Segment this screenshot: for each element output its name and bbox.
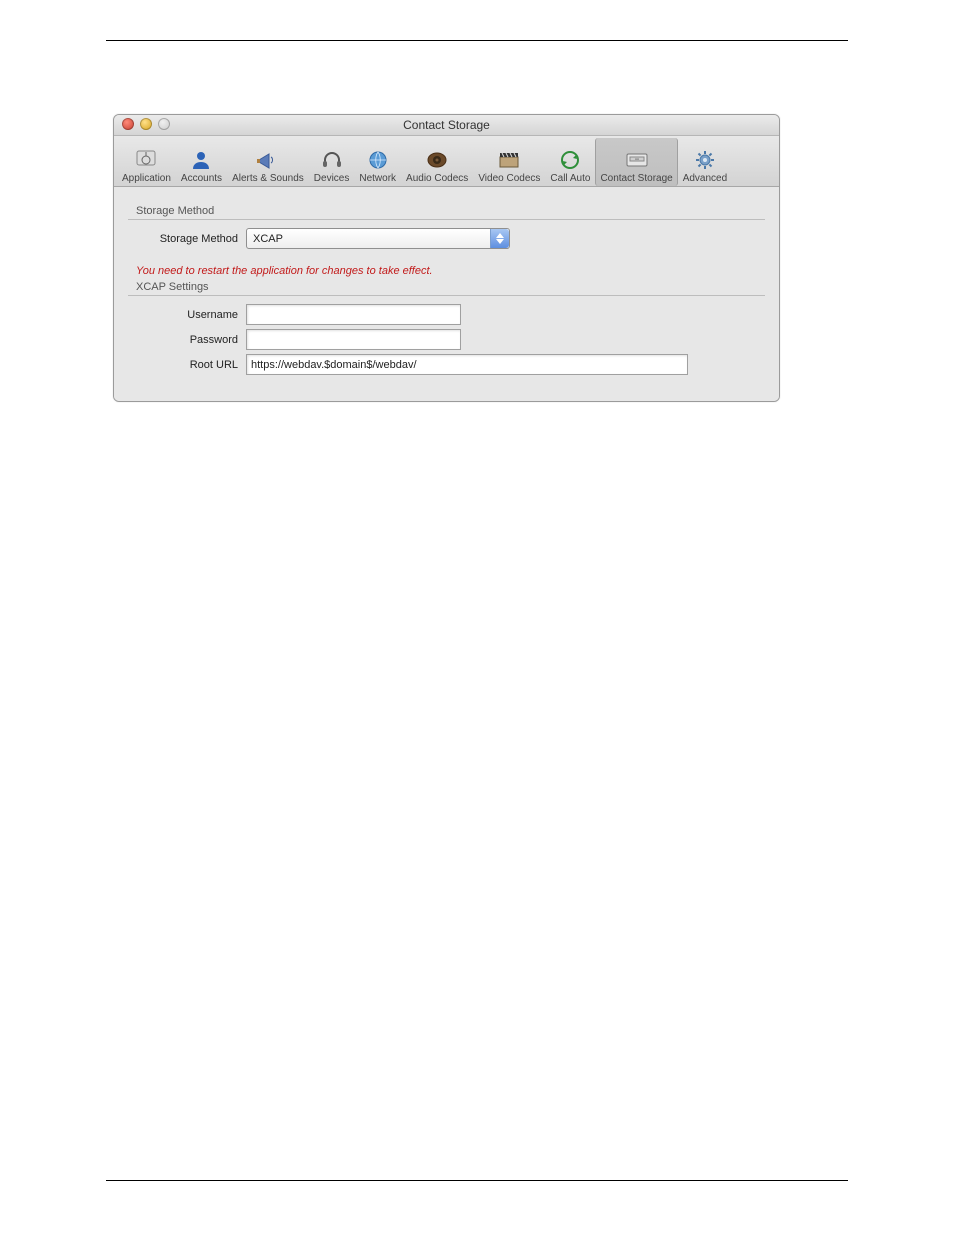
tab-label: Advanced	[683, 173, 727, 184]
accounts-icon	[188, 148, 214, 172]
tab-contact-storage[interactable]: Contact Storage	[595, 138, 677, 186]
tab-label: Devices	[314, 173, 350, 184]
megaphone-icon	[255, 148, 281, 172]
username-label: Username	[128, 309, 246, 321]
application-icon	[133, 148, 159, 172]
tab-alerts-sounds[interactable]: Alerts & Sounds	[227, 138, 309, 186]
globe-icon	[365, 148, 391, 172]
refresh-icon	[557, 148, 583, 172]
headset-icon	[319, 148, 345, 172]
password-field[interactable]	[246, 329, 461, 350]
titlebar: Contact Storage	[114, 115, 779, 136]
rooturl-label: Root URL	[128, 359, 246, 371]
xcap-group-title: XCAP Settings	[136, 281, 765, 293]
tab-label: Call Auto	[550, 173, 590, 184]
separator	[128, 295, 765, 296]
tab-label: Audio Codecs	[406, 173, 468, 184]
clapperboard-icon	[496, 148, 522, 172]
zoom-icon[interactable]	[158, 118, 170, 130]
speaker-icon	[424, 148, 450, 172]
tab-label: Video Codecs	[478, 173, 540, 184]
password-label: Password	[128, 334, 246, 346]
rooturl-field[interactable]	[246, 354, 688, 375]
tab-label: Contact Storage	[600, 173, 672, 184]
username-field[interactable]	[246, 304, 461, 325]
storage-method-label: Storage Method	[128, 233, 246, 245]
storage-method-select[interactable]: XCAP	[246, 228, 510, 249]
tab-advanced[interactable]: Advanced	[678, 138, 732, 186]
tab-video-codecs[interactable]: Video Codecs	[473, 138, 545, 186]
tab-label: Network	[359, 173, 396, 184]
separator	[128, 219, 765, 220]
tab-network[interactable]: Network	[354, 138, 401, 186]
chevron-updown-icon	[490, 229, 509, 248]
tab-accounts[interactable]: Accounts	[176, 138, 227, 186]
restart-warning: You need to restart the application for …	[136, 265, 765, 277]
content-area: Storage Method Storage Method XCAP You n…	[114, 187, 779, 401]
storage-method-value: XCAP	[253, 233, 283, 245]
window-title: Contact Storage	[114, 118, 779, 132]
gear-icon	[692, 148, 718, 172]
drawer-icon	[624, 148, 650, 172]
tab-label: Alerts & Sounds	[232, 173, 304, 184]
tab-label: Accounts	[181, 173, 222, 184]
tab-audio-codecs[interactable]: Audio Codecs	[401, 138, 473, 186]
tab-call-auto[interactable]: Call Auto	[545, 138, 595, 186]
tab-application[interactable]: Application	[117, 138, 176, 186]
tab-label: Application	[122, 173, 171, 184]
tab-devices[interactable]: Devices	[309, 138, 355, 186]
preferences-window: Contact Storage Application Accounts Ale…	[113, 114, 780, 402]
storage-method-group-title: Storage Method	[136, 205, 765, 217]
toolbar: Application Accounts Alerts & Sounds Dev…	[114, 136, 779, 187]
close-icon[interactable]	[122, 118, 134, 130]
minimize-icon[interactable]	[140, 118, 152, 130]
